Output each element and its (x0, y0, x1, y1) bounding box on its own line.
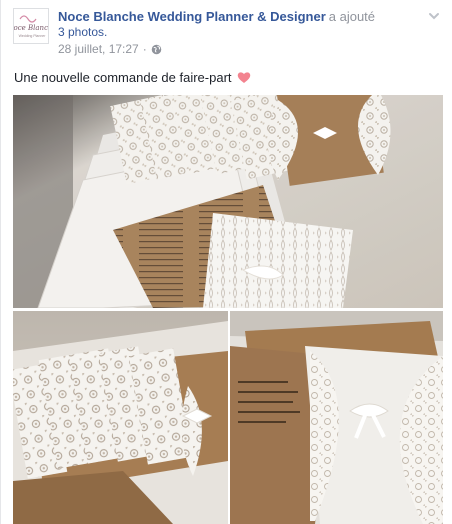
photo-3-image (230, 311, 443, 524)
photo-1[interactable] (13, 95, 443, 308)
logo-text: Noce Blanche (14, 24, 49, 32)
photo-2[interactable] (13, 311, 228, 524)
photos-count-link[interactable]: 3 photos. (58, 25, 107, 39)
post-header: Noce Blanche Wedding Planner & Designer a… (58, 8, 408, 25)
globe-icon[interactable] (151, 44, 162, 55)
post-meta: 28 juillet, 17:27 · (58, 42, 162, 56)
photo-1-image (13, 95, 443, 308)
meta-separator: · (142, 42, 147, 56)
page-avatar[interactable]: Noce Blanche Wedding Planner (13, 8, 49, 44)
post-timestamp[interactable]: 28 juillet, 17:27 (58, 42, 139, 56)
page-name-link[interactable]: Noce Blanche Wedding Planner & Designer (58, 9, 326, 24)
post-message: Une nouvelle commande de faire-part (14, 69, 251, 86)
chevron-down-icon[interactable] (426, 8, 442, 24)
heart-icon (237, 72, 250, 83)
photo-3[interactable] (230, 311, 443, 524)
facebook-post: Noce Blanche Wedding Planner Noce Blanch… (0, 0, 452, 524)
logo-subtext: Wedding Planner (19, 34, 47, 38)
post-action-text: a ajouté (328, 9, 376, 24)
post-message-text: Une nouvelle commande de faire-part (14, 70, 232, 85)
page-logo: Noce Blanche Wedding Planner (14, 9, 49, 43)
photo-2-image (13, 311, 228, 524)
